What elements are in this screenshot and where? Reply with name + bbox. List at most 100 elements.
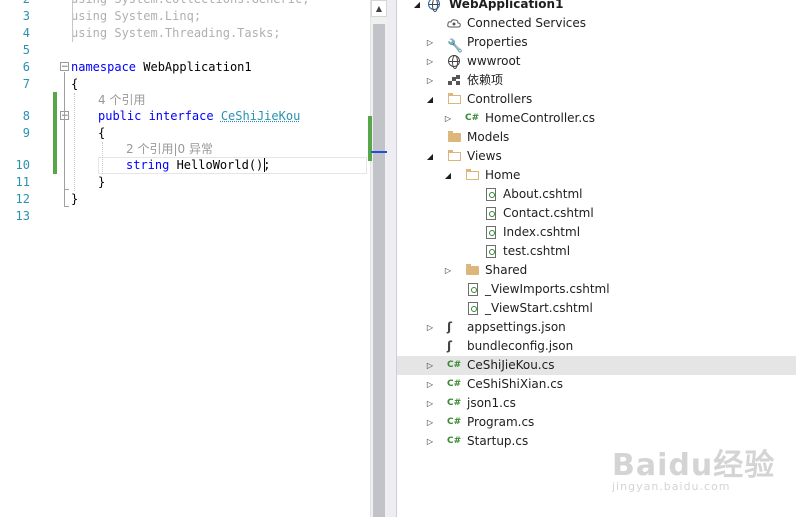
cshtml-file-icon [483, 244, 499, 259]
tree-item-controllers[interactable]: ◢ Controllers [397, 90, 796, 109]
tree-item-home[interactable]: ◢ Home [397, 166, 796, 185]
watermark-brand: Baidu经验 [612, 448, 776, 483]
tree-item-homecontroller[interactable]: ▷ C# HomeController.cs [397, 109, 796, 128]
collapsed-arrow-icon[interactable]: ▷ [424, 375, 436, 394]
scrollbar-thumb[interactable] [373, 24, 385, 517]
tree-item-label: Shared [485, 263, 528, 277]
cshtml-file-icon [483, 206, 499, 221]
tree-item-json1[interactable]: ▷ C# json1.cs [397, 394, 796, 413]
collapsed-arrow-icon[interactable]: ▷ [424, 52, 436, 71]
collapsed-arrow-icon[interactable]: ▷ [424, 394, 436, 413]
collapsed-arrow-icon[interactable]: ▷ [424, 432, 436, 451]
indent-guide [74, 93, 75, 191]
expanded-arrow-icon[interactable]: ◢ [424, 147, 436, 166]
tree-item-contact[interactable]: Contact.cshtml [397, 204, 796, 223]
code-line[interactable]: 5 [0, 42, 370, 59]
folder-open-icon [465, 168, 481, 183]
code-text: using System.Linq; [71, 9, 202, 23]
project-icon [427, 0, 443, 12]
indent-guide [72, 0, 73, 42]
editor-vertical-scrollbar[interactable]: ▲ [368, 0, 388, 517]
tree-item-viewimports[interactable]: _ViewImports.cshtml [397, 280, 796, 299]
tree-item-ceshijiekou[interactable]: ▷ C# CeShiJieKou.cs [397, 356, 796, 375]
tree-item-viewstart[interactable]: _ViewStart.cshtml [397, 299, 796, 318]
collapsed-arrow-icon[interactable]: ▷ [424, 71, 436, 90]
tree-item-label: Properties [467, 35, 528, 49]
tree-item-label: json1.cs [467, 396, 516, 410]
collapsed-arrow-icon[interactable]: ▷ [442, 261, 454, 280]
baidu-jingyan-watermark: Baidu经验 jingyan.baidu.com [612, 440, 775, 493]
collapsed-arrow-icon[interactable]: ▷ [424, 33, 436, 52]
tree-item-models[interactable]: Models [397, 128, 796, 147]
code-line[interactable]: 12 } [0, 191, 370, 208]
tree-item-label: WebApplication1 [449, 0, 564, 11]
tree-item-connected-services[interactable]: Connected Services [397, 14, 796, 33]
connected-services-icon [447, 16, 463, 31]
tree-item-test[interactable]: test.cshtml [397, 242, 796, 261]
tree-item-about[interactable]: About.cshtml [397, 185, 796, 204]
code-line[interactable]: 11 } [0, 174, 370, 191]
code-line[interactable]: 10 string HelloWorld(); [0, 141, 370, 174]
csharp-file-icon: C# [447, 360, 462, 370]
tree-item-properties[interactable]: ▷ 🔧 Properties [397, 33, 796, 54]
tree-item-label: Contact.cshtml [503, 206, 594, 220]
tree-item-ceshishixian[interactable]: ▷ C# CeShiShiXian.cs [397, 375, 796, 394]
code-line[interactable]: 2 using System.Collections.Generic; [0, 0, 370, 8]
text-caret [264, 158, 265, 172]
code-line[interactable]: 7 { [0, 76, 370, 93]
folder-icon [447, 130, 463, 145]
line-number: 9 [22, 126, 30, 140]
pane-splitter[interactable] [387, 0, 397, 517]
outline-interface [64, 121, 65, 189]
scroll-up-arrow-icon[interactable]: ▲ [371, 0, 387, 17]
collapsed-arrow-icon[interactable]: ▷ [424, 413, 436, 432]
code-editor[interactable]: 2 using System.Collections.Generic; 3 us… [0, 0, 370, 517]
tree-item-program[interactable]: ▷ C# Program.cs [397, 413, 796, 432]
tree-item-appsettings[interactable]: ▷ ʃ appsettings.json [397, 318, 796, 337]
tree-item-wwwroot[interactable]: ▷ wwwroot [397, 52, 796, 71]
line-number: 3 [22, 9, 30, 23]
csharp-file-icon: C# [447, 398, 462, 408]
tree-item-bundleconfig[interactable]: ʃ bundleconfig.json [397, 337, 796, 356]
line-number: 11 [15, 175, 30, 189]
tree-item-label: Program.cs [467, 415, 535, 429]
scroll-caret-marker [371, 151, 388, 153]
tree-item-shared[interactable]: ▷ Shared [397, 261, 796, 280]
outline-end [64, 189, 69, 190]
tree-item-views[interactable]: ◢ Views [397, 147, 796, 166]
code-line[interactable]: 6 − namespace WebApplication1 [0, 59, 370, 76]
line-number: 7 [22, 77, 30, 91]
collapsed-arrow-icon[interactable]: ▷ [442, 109, 454, 128]
code-line[interactable]: 8 − public interface CeShiJieKou [0, 92, 370, 125]
expanded-arrow-icon[interactable]: ◢ [411, 0, 423, 14]
code-line[interactable]: 3 using System.Linq; [0, 8, 370, 25]
json-file-icon: ʃ [447, 320, 452, 334]
expanded-arrow-icon[interactable]: ◢ [442, 166, 454, 185]
tree-item-label: bundleconfig.json [467, 339, 574, 353]
outline-end [64, 206, 69, 207]
code-text: { [98, 126, 106, 140]
codelens-references[interactable]: 2 个引用|0 异常 [126, 141, 213, 158]
tree-item-label: CeShiJieKou.cs [467, 358, 555, 372]
tree-item-label: _ViewStart.cshtml [485, 301, 593, 315]
cshtml-file-icon [483, 225, 499, 240]
collapse-namespace-icon[interactable]: − [60, 62, 69, 72]
code-line[interactable]: 13 [0, 208, 370, 225]
cshtml-file-icon [483, 187, 499, 202]
line-number: 5 [22, 43, 30, 57]
code-line[interactable]: 4 using System.Threading.Tasks; [0, 25, 370, 42]
tree-item-index[interactable]: Index.cshtml [397, 223, 796, 242]
tree-item-dependencies[interactable]: ▷ 依赖项 [397, 71, 796, 90]
expanded-arrow-icon[interactable]: ◢ [424, 90, 436, 109]
collapsed-arrow-icon[interactable]: ▷ [424, 356, 436, 375]
collapsed-arrow-icon[interactable]: ▷ [424, 318, 436, 337]
tree-item-label: test.cshtml [503, 244, 571, 258]
code-line[interactable]: 9 { [0, 125, 370, 142]
tree-item-label: CeShiShiXian.cs [467, 377, 564, 391]
tree-item-label: 依赖项 [467, 73, 504, 87]
codelens-references[interactable]: 4 个引用 [98, 92, 145, 109]
namespace-keyword: namespace [71, 60, 137, 74]
csharp-file-icon: C# [447, 379, 462, 389]
tree-item-webapplication1[interactable]: ◢ WebApplication1 [397, 0, 796, 14]
tree-item-label: Startup.cs [467, 434, 529, 448]
